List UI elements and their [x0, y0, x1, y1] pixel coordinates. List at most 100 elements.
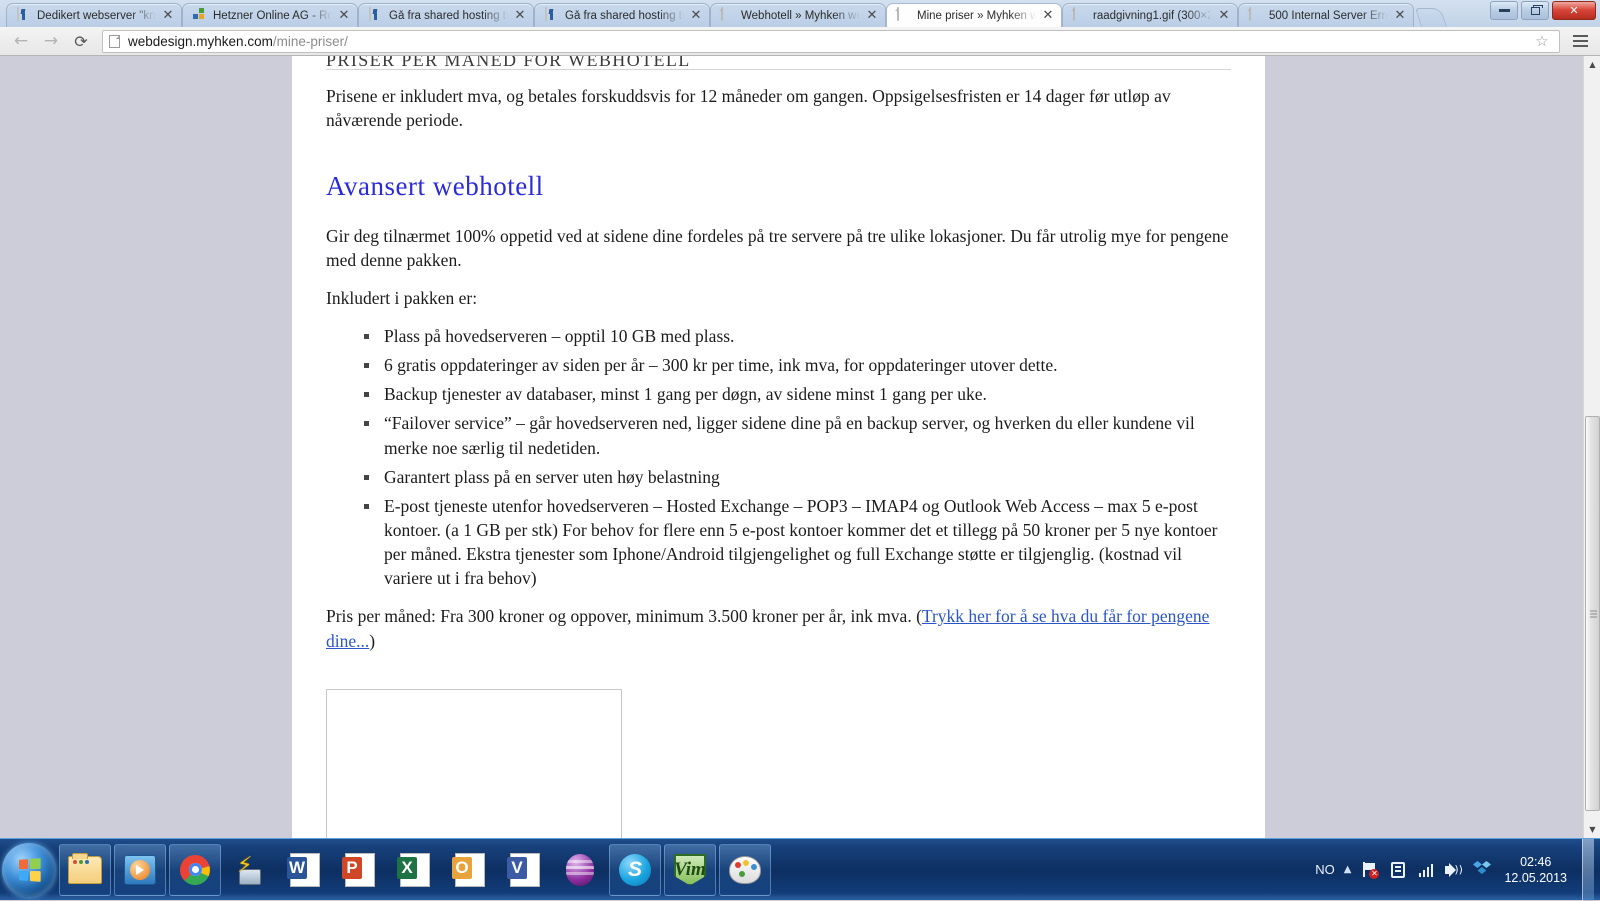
taskbar-item-microsoft-outlook[interactable]: O — [444, 844, 496, 896]
browser-tab-6-active[interactable]: Mine priser » Myhken w ✕ — [886, 3, 1062, 27]
taskbar-item-windows-media-player[interactable] — [114, 844, 166, 896]
browser-toolbar: ← → ⟳ webdesign.myhken.com/mine-priser/ … — [0, 27, 1600, 56]
section-intro-paragraph: Gir deg tilnærmet 100% oppetid ved at si… — [326, 224, 1231, 272]
taskbar-item-windows-explorer[interactable] — [59, 844, 111, 896]
visio-icon: V — [510, 853, 540, 887]
page-icon — [897, 8, 911, 23]
clock[interactable]: 02:46 12.05.2013 — [1504, 854, 1567, 886]
browser-window: Dedikert webserver "kne ✕ Hetzner Online… — [0, 0, 1600, 838]
taskbar-item-gvim[interactable]: Vim — [664, 844, 716, 896]
volume-icon[interactable]: )) — [1444, 860, 1463, 879]
list-item: “Failover service” – går hovedserveren n… — [364, 411, 1231, 459]
minimize-button[interactable] — [1490, 1, 1518, 20]
page-title: PRISER PER MÅNED FOR WEBHOTELL — [326, 56, 1231, 70]
page-viewport: PRISER PER MÅNED FOR WEBHOTELL Prisene e… — [0, 56, 1600, 838]
browser-tab-7[interactable]: raadgivning1.gif (300×2 ✕ — [1062, 3, 1238, 27]
intro-paragraph: Prisene er inkludert mva, og betales for… — [326, 84, 1231, 132]
explorer-icon — [68, 856, 102, 884]
window-controls: ✕ — [1490, 1, 1596, 20]
outlook-icon: O — [455, 853, 485, 887]
new-tab-button[interactable] — [1415, 8, 1447, 27]
chrome-menu-icon[interactable] — [1568, 29, 1592, 53]
input-language-indicator[interactable]: NO — [1315, 862, 1335, 877]
section-heading: Avansert webhotell — [326, 168, 1231, 205]
tab-close-icon[interactable]: ✕ — [337, 9, 351, 23]
taskbar-item-microsoft-excel[interactable]: X — [389, 844, 441, 896]
vim-icon: Vim — [674, 854, 706, 886]
tab-close-icon[interactable]: ✕ — [1041, 9, 1055, 23]
powerpoint-icon: P — [345, 853, 375, 887]
price-paragraph: Pris per måned: Fra 300 kroner og oppove… — [326, 604, 1231, 652]
price-text-prefix: Pris per måned: Fra 300 kroner og oppove… — [326, 606, 922, 626]
close-window-button[interactable]: ✕ — [1552, 1, 1596, 20]
page-info-icon[interactable] — [109, 35, 120, 48]
show-hidden-icons-chevron-icon[interactable]: ▲ — [1344, 864, 1352, 875]
tab-close-icon[interactable]: ✕ — [689, 9, 703, 23]
tab-close-icon[interactable]: ✕ — [161, 9, 175, 23]
scrollbar-thumb[interactable] — [1585, 416, 1600, 811]
taskbar-item-microsoft-powerpoint[interactable]: P — [334, 844, 386, 896]
tab-strip: Dedikert webserver "kne ✕ Hetzner Online… — [0, 0, 1600, 27]
list-label: Inkludert i pakken er: — [326, 286, 1231, 310]
paint-icon — [729, 856, 761, 884]
page-icon — [721, 8, 735, 23]
browser-tab-8[interactable]: 500 Internal Server Error ✕ — [1238, 3, 1414, 27]
windows-logo-icon — [19, 858, 41, 882]
dropbox-icon[interactable] — [1472, 860, 1491, 879]
tab-title: Webhotell » Myhken we — [741, 10, 860, 22]
browser-tab-1[interactable]: Dedikert webserver "kne ✕ — [6, 3, 182, 27]
clock-time: 02:46 — [1504, 854, 1567, 870]
article: PRISER PER MÅNED FOR WEBHOTELL Prisene e… — [292, 56, 1265, 838]
list-item: Backup tjenester av databaser, minst 1 g… — [364, 382, 1231, 406]
page-scrollbar[interactable]: ▲ ▼ — [1583, 56, 1600, 838]
taskbar-item-network-utility[interactable]: ⚡ — [224, 844, 276, 896]
taskbar-item-microsoft-word[interactable]: W — [279, 844, 331, 896]
taskbar-item-google-chrome[interactable] — [169, 844, 221, 896]
start-orb-icon[interactable] — [2, 843, 56, 897]
tab-close-icon[interactable]: ✕ — [1217, 9, 1231, 23]
tab-title: raadgivning1.gif (300×2 — [1093, 10, 1212, 22]
forward-icon[interactable]: → — [38, 29, 64, 53]
taskbar-item-skype[interactable]: S — [609, 844, 661, 896]
browser-tab-5[interactable]: Webhotell » Myhken we ✕ — [710, 3, 886, 27]
back-icon[interactable]: ← — [8, 29, 34, 53]
network-signal-icon[interactable] — [1416, 860, 1435, 879]
tab-close-icon[interactable]: ✕ — [1393, 9, 1407, 23]
tab-title: Gå fra shared hosting til — [565, 10, 684, 22]
taskbar-item-paint[interactable] — [719, 844, 771, 896]
tab-title: 500 Internal Server Error — [1269, 10, 1388, 22]
taskbar-item-microsoft-visio[interactable]: V — [499, 844, 551, 896]
device-manager-icon[interactable] — [1388, 860, 1407, 879]
list-item: 6 gratis oppdateringer av siden per år –… — [364, 353, 1231, 377]
blue-doc-icon — [17, 8, 31, 23]
tab-title: Hetzner Online AG - Rol — [213, 10, 332, 22]
show-desktop-button[interactable] — [1582, 839, 1594, 901]
reload-icon[interactable]: ⟳ — [68, 29, 94, 53]
clock-date: 12.05.2013 — [1504, 870, 1567, 886]
tab-title: Gå fra shared hosting til — [389, 10, 508, 22]
windows-taskbar: ⚡ W P X O V S Vim — [0, 838, 1600, 900]
tab-close-icon[interactable]: ✕ — [513, 9, 527, 23]
page-icon — [1249, 8, 1263, 23]
taskbar-item-purple-app[interactable] — [554, 844, 606, 896]
blue-doc-icon — [545, 8, 559, 23]
url-domain: webdesign.myhken.com — [128, 34, 273, 49]
action-center-flag-icon[interactable]: ✕ — [1360, 860, 1379, 879]
page-content-column: PRISER PER MÅNED FOR WEBHOTELL Prisene e… — [292, 56, 1265, 838]
page-icon — [1073, 8, 1087, 23]
browser-tab-4[interactable]: Gå fra shared hosting til ✕ — [534, 3, 710, 27]
address-bar[interactable]: webdesign.myhken.com/mine-priser/ ☆ — [102, 30, 1560, 53]
hetzner-squares-icon — [193, 8, 207, 23]
broken-image-placeholder — [326, 689, 622, 838]
excel-icon: X — [400, 853, 430, 887]
url-path: /mine-priser/ — [273, 34, 348, 49]
scroll-down-icon[interactable]: ▼ — [1584, 821, 1600, 838]
chrome-icon — [180, 855, 210, 885]
scroll-up-icon[interactable]: ▲ — [1584, 56, 1600, 73]
restore-button[interactable] — [1521, 1, 1549, 20]
bookmark-star-icon[interactable]: ☆ — [1531, 30, 1553, 52]
browser-tab-2[interactable]: Hetzner Online AG - Rol ✕ — [182, 3, 358, 27]
wmp-icon — [124, 855, 156, 885]
tab-close-icon[interactable]: ✕ — [865, 9, 879, 23]
browser-tab-3[interactable]: Gå fra shared hosting til ✕ — [358, 3, 534, 27]
